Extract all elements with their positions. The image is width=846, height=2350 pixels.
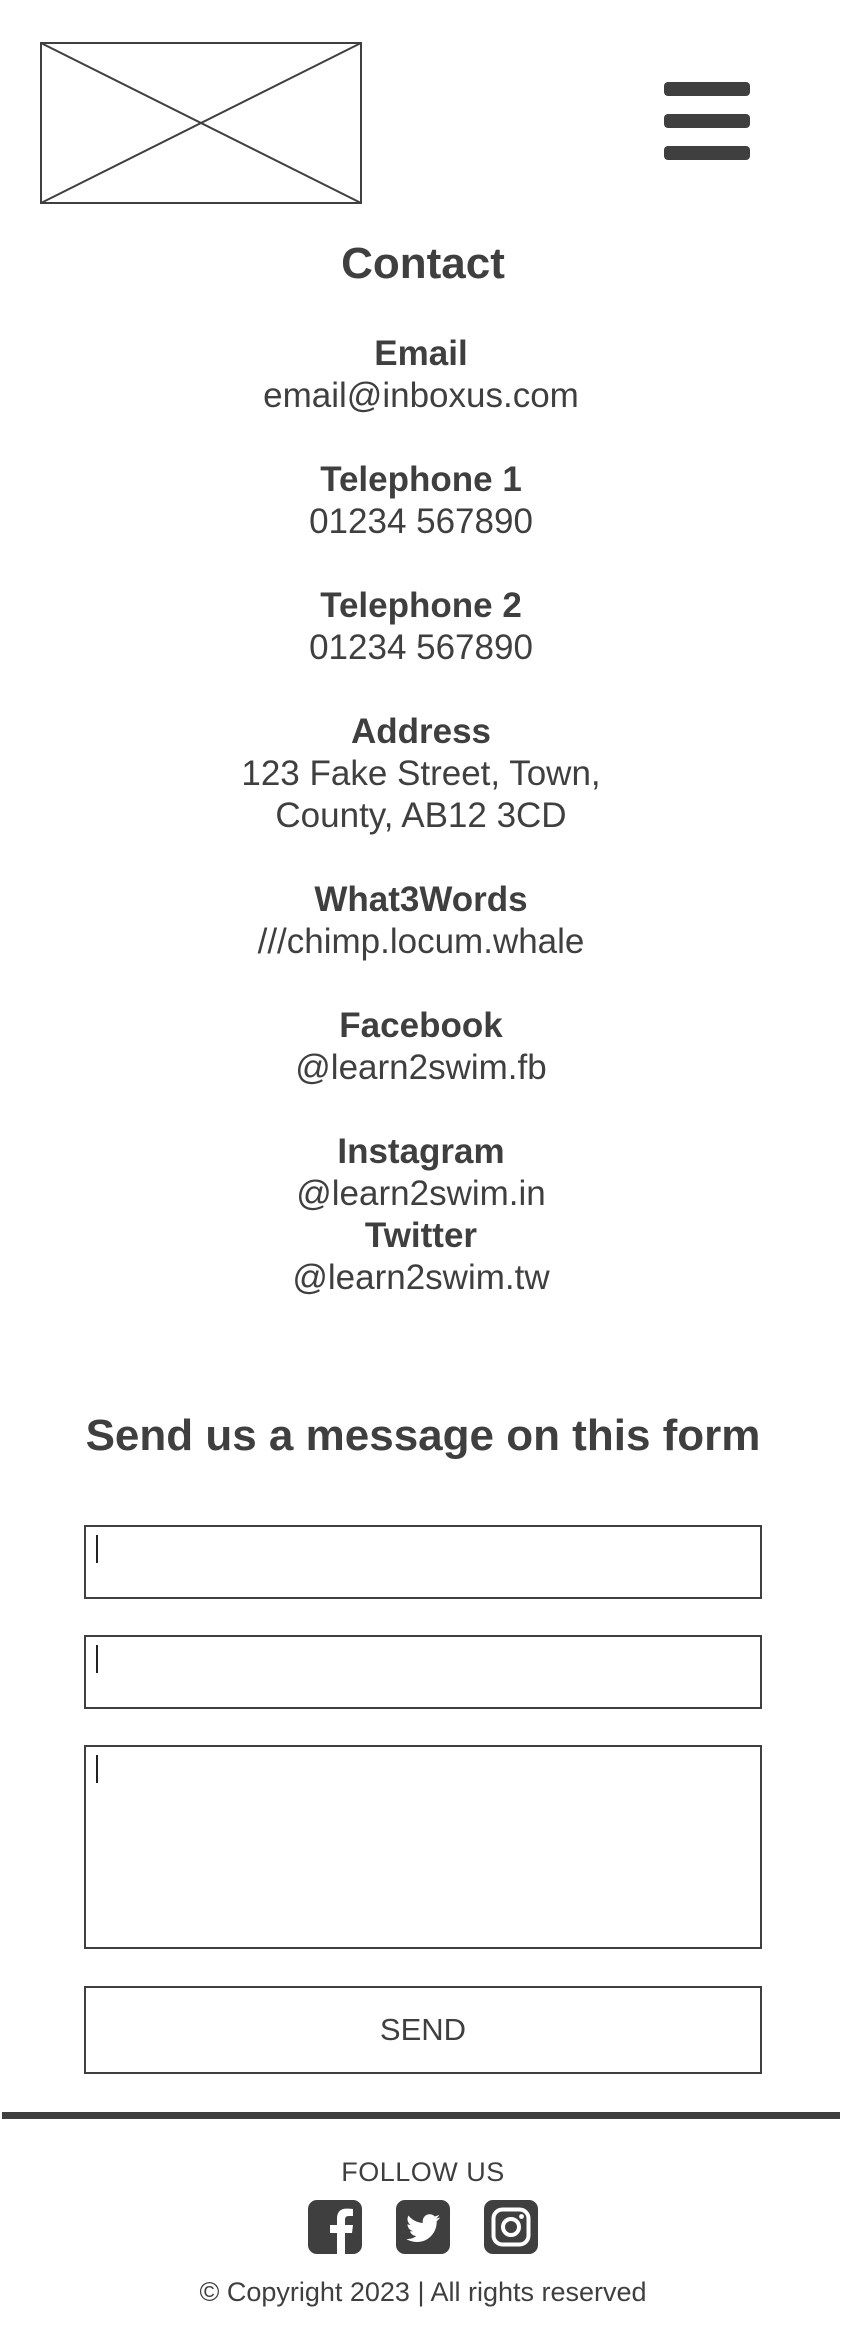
message-textarea[interactable] (84, 1745, 762, 1949)
facebook-link[interactable] (308, 2200, 362, 2254)
social-links (0, 2200, 846, 2254)
email-label: Email (374, 334, 468, 373)
address-label: Address (350, 712, 492, 751)
form-heading: Send us a message on this form (85, 1411, 761, 1460)
text-cursor (96, 1755, 98, 1783)
message-form-input-1[interactable] (84, 1525, 762, 1599)
contact-details: Email email@inboxus.com Telephone 1 0123… (0, 333, 842, 1299)
contact-instagram: Instagram @learn2swim.in (0, 1131, 842, 1215)
instagram-handle[interactable]: @learn2swim.in (0, 1173, 842, 1215)
twitter-handle[interactable]: @learn2swim.tw (0, 1257, 842, 1299)
logo-placeholder-image (40, 42, 362, 204)
copyright-text: © Copyright 2023 | All rights reserved (199, 2277, 647, 2307)
telephone-1-label: Telephone 1 (320, 460, 522, 499)
facebook-icon (308, 2200, 362, 2254)
send-button[interactable]: SEND (84, 1986, 762, 2074)
instagram-icon (484, 2200, 538, 2254)
instagram-label: Instagram (337, 1132, 505, 1171)
what3words-label: What3Words (314, 880, 528, 919)
twitter-label: Twitter (364, 1216, 478, 1255)
follow-us-label: FOLLOW US (341, 2157, 505, 2187)
telephone-1-value[interactable]: 01234 567890 (0, 501, 842, 543)
twitter-link[interactable] (396, 2200, 450, 2254)
contact-twitter: Twitter @learn2swim.tw (0, 1215, 842, 1299)
address-line-2: County, AB12 3CD (275, 796, 567, 835)
page-title: Contact (341, 239, 505, 288)
text-cursor (96, 1535, 98, 1563)
telephone-2-label: Telephone 2 (320, 586, 522, 625)
telephone-2-value[interactable]: 01234 567890 (0, 627, 842, 669)
contact-what3words: What3Words ///chimp.locum.whale (0, 879, 842, 963)
hamburger-menu-icon-bar (664, 146, 750, 160)
contact-facebook: Facebook @learn2swim.fb (0, 1005, 842, 1089)
contact-address: Address 123 Fake Street, Town, County, A… (0, 711, 842, 837)
facebook-label: Facebook (339, 1006, 503, 1045)
facebook-handle[interactable]: @learn2swim.fb (0, 1047, 842, 1089)
message-form-input-2[interactable] (84, 1635, 762, 1709)
address-line-1: 123 Fake Street, Town, (241, 754, 601, 793)
image-placeholder-icon (40, 42, 362, 204)
contact-telephone-2: Telephone 2 01234 567890 (0, 585, 842, 669)
footer-divider (2, 2112, 840, 2119)
twitter-icon (396, 2200, 450, 2254)
text-cursor (96, 1645, 98, 1673)
hamburger-menu-icon-bar (664, 114, 750, 128)
what3words-value[interactable]: ///chimp.locum.whale (0, 921, 842, 963)
hamburger-menu-button[interactable] (664, 82, 750, 160)
hamburger-menu-icon (664, 82, 750, 96)
contact-telephone-1: Telephone 1 01234 567890 (0, 459, 842, 543)
email-value[interactable]: email@inboxus.com (0, 375, 842, 417)
instagram-link[interactable] (484, 2200, 538, 2254)
contact-email: Email email@inboxus.com (0, 333, 842, 417)
